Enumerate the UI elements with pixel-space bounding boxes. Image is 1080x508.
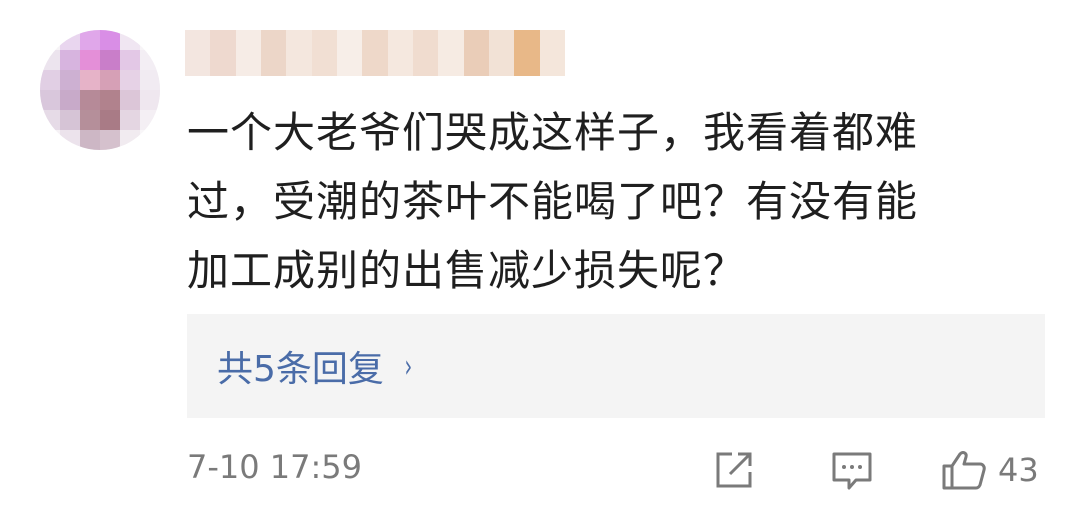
username-blurred[interactable] <box>185 30 565 76</box>
share-button[interactable] <box>712 448 756 496</box>
comment-line: 加工成别的出售减少损失呢？ <box>187 246 747 295</box>
like-count: 43 <box>998 451 1039 489</box>
comment-timestamp: 7-10 17:59 <box>187 448 363 486</box>
like-button[interactable]: 43 <box>940 448 1039 492</box>
comment-button[interactable] <box>830 448 874 496</box>
comment-line: 一个大老爷们哭成这样子，我看着都难 <box>187 108 919 157</box>
view-replies-button[interactable]: 共5条回复 › <box>187 314 1045 418</box>
replies-count-label: 共5条回复 <box>217 349 384 390</box>
thumbs-up-icon <box>942 451 986 490</box>
comment-text: 一个大老爷们哭成这样子，我看着都难 过，受潮的茶叶不能喝了吧？有没有能 加工成别… <box>187 98 1017 305</box>
chevron-right-icon: › <box>404 347 413 385</box>
comment-line: 过，受潮的茶叶不能喝了吧？有没有能 <box>187 177 919 226</box>
share-icon <box>716 452 752 488</box>
avatar[interactable] <box>40 30 160 150</box>
comment-icon <box>832 452 872 490</box>
